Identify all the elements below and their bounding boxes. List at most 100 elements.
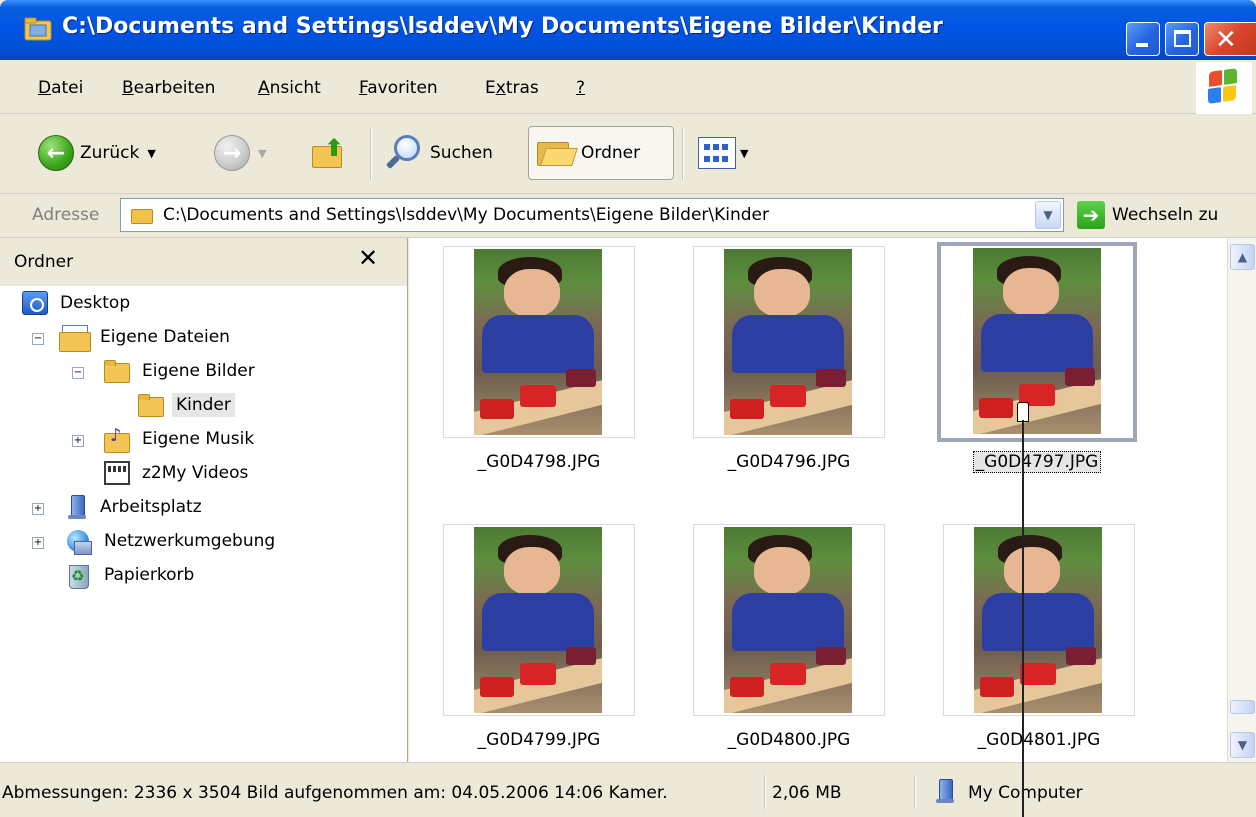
collapse-icon[interactable]: − (72, 367, 84, 379)
file-name[interactable]: _G0D4800.JPG (693, 730, 885, 750)
file-name[interactable]: _G0D4799.JPG (443, 730, 635, 750)
tree-item-my-videos[interactable]: z2My Videos (104, 458, 252, 488)
thumbnail[interactable] (443, 246, 635, 438)
tree-item-kinder[interactable]: Kinder (138, 390, 235, 420)
menu-label: E (485, 78, 496, 98)
thumbnail[interactable] (693, 524, 885, 716)
recycle-bin-icon (66, 563, 92, 589)
menu-label: atei (51, 78, 84, 98)
expand-icon[interactable]: + (32, 503, 44, 515)
menu-accelerator: F (359, 78, 368, 98)
forward-arrow-icon: → (214, 135, 250, 171)
go-button[interactable]: Wechseln zu (1112, 205, 1218, 225)
menu-bearbeiten[interactable]: Bearbeiten (122, 78, 215, 98)
address-value[interactable]: C:\Documents and Settings\lsddev\My Docu… (163, 205, 769, 225)
scroll-thumb[interactable] (1230, 700, 1255, 714)
scroll-down-button[interactable]: ▼ (1230, 732, 1255, 758)
tree-item-label: Eigene Dateien (100, 327, 230, 347)
menu-favoriten[interactable]: Favoriten (359, 78, 438, 98)
menu-datei[interactable]: Datei (38, 78, 83, 98)
tree-item-papierkorb[interactable]: Papierkorb (66, 560, 198, 590)
menu-ansicht[interactable]: Ansicht (258, 78, 321, 98)
folders-label: Ordner (581, 143, 641, 163)
menu-label: avoriten (367, 78, 438, 98)
scroll-up-button[interactable]: ▲ (1230, 244, 1255, 270)
menu-label: tras (505, 78, 539, 98)
chevron-down-icon[interactable]: ▼ (258, 147, 266, 160)
file-name[interactable]: _G0D4798.JPG (443, 452, 635, 472)
menu-accelerator: A (258, 78, 270, 98)
tree-item-eigene-musik[interactable]: Eigene Musik (104, 424, 258, 454)
address-dropdown-button[interactable]: ▼ (1035, 201, 1061, 229)
vertical-scrollbar[interactable]: ▲ ▼ (1227, 238, 1256, 762)
tree-item-label: Papierkorb (104, 565, 195, 585)
close-icon[interactable]: ✕ (358, 244, 378, 272)
file-name-selected[interactable]: _G0D4797.JPG (941, 451, 1133, 473)
menu-accelerator: B (122, 78, 134, 98)
go-arrow-icon[interactable]: ➔ (1077, 201, 1105, 229)
video-folder-icon (104, 461, 130, 485)
back-label: Zurück (80, 143, 140, 163)
tree-item-eigene-dateien[interactable]: Eigene Dateien (59, 322, 234, 352)
title-bar[interactable]: C:\Documents and Settings\lsddev\My Docu… (0, 0, 1256, 60)
menu-accelerator: x (495, 78, 506, 98)
maximize-icon (1174, 30, 1191, 47)
address-label: Adresse (32, 205, 100, 225)
back-button[interactable]: ← Zurück ▼ (38, 126, 156, 180)
status-bar: Abmessungen: 2336 x 3504 Bild aufgenomme… (0, 762, 1256, 817)
views-button[interactable]: ▼ (698, 126, 748, 180)
thumbnail[interactable] (943, 524, 1135, 716)
thumbnail[interactable] (693, 246, 885, 438)
photo-thumbnail (724, 527, 852, 713)
tree-item-label: z2My Videos (142, 463, 249, 483)
collapse-icon[interactable]: − (32, 333, 44, 345)
tree-item-netzwerkumgebung[interactable]: Netzwerkumgebung (66, 526, 279, 556)
search-label: Suchen (430, 143, 493, 163)
status-details: Abmessungen: 2336 x 3504 Bild aufgenomme… (2, 783, 668, 803)
menu-bar: Datei Bearbeiten Ansicht Favoriten Extra… (0, 60, 1256, 114)
folders-icon (537, 138, 578, 168)
menu-label: nsicht (269, 78, 321, 98)
thumbnail-selected[interactable] (937, 242, 1137, 442)
photo-thumbnail (973, 248, 1101, 434)
photo-thumbnail (974, 527, 1102, 713)
tree-item-arbeitsplatz[interactable]: Arbeitsplatz (66, 492, 206, 522)
chevron-down-icon: ▼ (1237, 738, 1248, 752)
status-size: 2,06 MB (772, 783, 842, 803)
status-separator (914, 775, 916, 809)
thumbnail[interactable] (443, 524, 635, 716)
chevron-down-icon: ▼ (1043, 208, 1053, 222)
folders-button[interactable]: Ordner (528, 126, 674, 180)
tree-item-desktop[interactable]: Desktop (22, 288, 134, 318)
folder-icon (104, 359, 130, 383)
maximize-button[interactable] (1165, 22, 1199, 56)
tree-item-label: Eigene Bilder (142, 361, 255, 381)
chevron-down-icon[interactable]: ▼ (147, 147, 155, 160)
documents-icon (59, 325, 91, 352)
folder-pane-title: Ordner (14, 252, 74, 272)
expand-icon[interactable]: + (72, 435, 84, 447)
views-icon (698, 137, 736, 169)
chevron-up-icon: ▲ (1237, 250, 1248, 264)
forward-button[interactable]: → ▼ (214, 126, 266, 180)
file-name[interactable]: _G0D4801.JPG (943, 730, 1135, 750)
close-button[interactable]: ✕ (1204, 22, 1256, 56)
address-input[interactable]: C:\Documents and Settings\lsddev\My Docu… (120, 198, 1064, 232)
minimize-button[interactable] (1126, 22, 1160, 56)
back-arrow-icon: ← (38, 135, 74, 171)
minimize-icon (1136, 43, 1148, 47)
network-icon (66, 529, 92, 555)
desktop-icon (22, 291, 48, 315)
chevron-down-icon[interactable]: ▼ (740, 147, 748, 160)
tree-item-eigene-bilder[interactable]: Eigene Bilder (104, 356, 259, 386)
file-name[interactable]: _G0D4796.JPG (693, 452, 885, 472)
tree-item-label: Arbeitsplatz (100, 497, 202, 517)
menu-extras[interactable]: Extras (485, 78, 539, 98)
computer-icon (66, 495, 88, 519)
folder-icon (24, 16, 54, 42)
folder-tree-pane: Ordner ✕ Desktop − Eigene Dateien − Eige… (0, 238, 408, 762)
up-folder-button[interactable]: ⬆ (310, 126, 350, 180)
expand-icon[interactable]: + (32, 537, 44, 549)
search-button[interactable]: Suchen (384, 126, 493, 180)
menu-help[interactable]: ? (576, 78, 585, 98)
